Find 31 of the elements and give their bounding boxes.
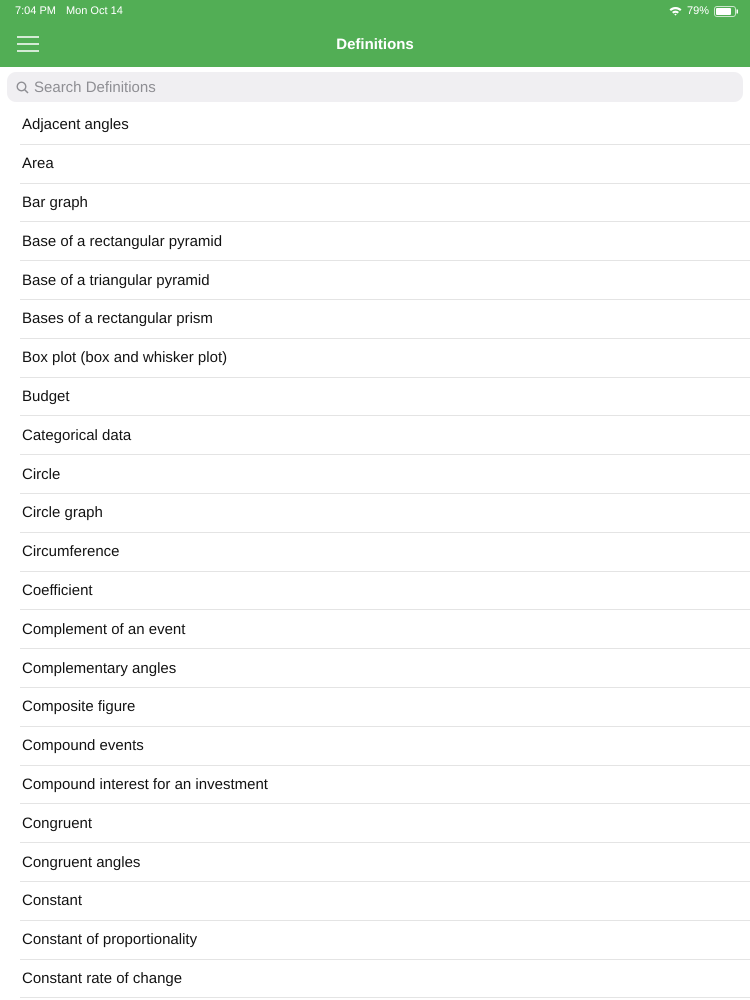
definition-item[interactable]: Base of a rectangular pyramid (20, 232, 222, 250)
menu-button[interactable] (16, 35, 40, 53)
definition-item[interactable]: Compound interest for an investment (20, 776, 268, 793)
definition-item[interactable]: Congruent (20, 814, 92, 832)
definition-item[interactable]: Congruent angles (20, 854, 140, 871)
battery-percentage: 79% (686, 5, 709, 17)
definition-item[interactable]: Adjacent angles (20, 116, 129, 134)
status-time: 7:04 PM (15, 5, 56, 17)
definition-item[interactable]: Bases of a rectangular prism (20, 310, 213, 328)
definition-item[interactable]: Coefficient (20, 582, 93, 599)
definition-item[interactable]: Constant rate of change (20, 970, 182, 987)
definition-item[interactable]: Area (20, 155, 54, 172)
status-date: Mon Oct 14 (66, 5, 123, 17)
definition-item[interactable]: Constant of proportionality (20, 931, 198, 948)
definition-item[interactable]: Circle graph (20, 504, 103, 522)
wifi-icon (668, 6, 682, 16)
search-field[interactable]: Search Definitions (7, 72, 743, 102)
definition-item[interactable]: Complementary angles (20, 660, 176, 677)
definition-item[interactable]: Circle (20, 466, 60, 483)
definition-item[interactable]: Constant (20, 892, 82, 910)
definition-item[interactable]: Composite figure (20, 698, 136, 716)
definition-item[interactable]: Bar graph (20, 194, 88, 211)
definition-item[interactable]: Circumference (20, 543, 120, 560)
definition-item[interactable]: Compound events (20, 737, 144, 754)
definition-item[interactable]: Complement of an event (20, 620, 186, 638)
definition-item[interactable]: Budget (20, 388, 70, 405)
definition-item[interactable]: Categorical data (20, 426, 132, 444)
battery-icon (714, 6, 738, 16)
definition-item[interactable]: Box plot (box and whisker plot) (20, 349, 228, 366)
definition-item[interactable]: Base of a triangular pyramid (20, 272, 210, 289)
nav-title: Definitions (336, 36, 414, 53)
